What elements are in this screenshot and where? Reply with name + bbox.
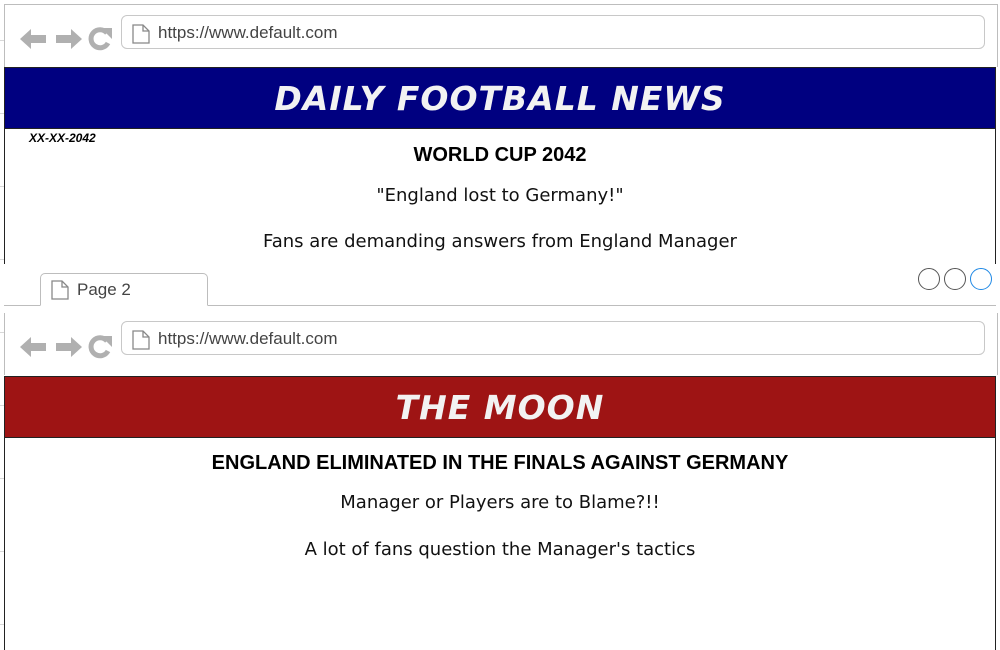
back-arrow-icon[interactable] bbox=[19, 28, 49, 50]
article-panel-1: XX-XX-2042 WORLD CUP 2042 "England lost … bbox=[4, 129, 996, 265]
url-text: https://www.default.com bbox=[158, 329, 338, 348]
tab-label: Page 2 bbox=[77, 280, 131, 299]
url-text: https://www.default.com bbox=[158, 23, 338, 42]
browser-toolbar-2: https://www.default.com bbox=[4, 313, 998, 375]
article-headline: ENGLAND ELIMINATED IN THE FINALS AGAINST… bbox=[211, 452, 789, 474]
site-banner-daily-football-news: DAILY FOOTBALL NEWS bbox=[4, 67, 996, 129]
article-body: Fans are demanding answers from England … bbox=[263, 231, 737, 252]
article-panel-2: ENGLAND ELIMINATED IN THE FINALS AGAINST… bbox=[4, 438, 996, 573]
close-circle-icon[interactable] bbox=[970, 268, 992, 290]
reload-icon[interactable] bbox=[87, 27, 113, 51]
tab-strip: Page 2 bbox=[4, 264, 996, 306]
tab-page-2[interactable]: Page 2 bbox=[40, 273, 208, 306]
window-controls bbox=[918, 268, 992, 290]
article-subline: Manager or Players are to Blame?!! bbox=[340, 492, 660, 513]
maximize-circle-icon[interactable] bbox=[944, 268, 966, 290]
article-quote: "England lost to Germany!" bbox=[376, 185, 624, 206]
banner-title: DAILY FOOTBALL NEWS bbox=[274, 78, 726, 118]
back-arrow-icon[interactable] bbox=[19, 336, 49, 358]
banner-title: THE MOON bbox=[395, 387, 605, 427]
minimize-circle-icon[interactable] bbox=[918, 268, 940, 290]
url-bar[interactable]: https://www.default.com bbox=[121, 15, 985, 49]
article-date: XX-XX-2042 bbox=[29, 131, 96, 145]
document-icon bbox=[51, 280, 69, 304]
nav-controls bbox=[19, 335, 113, 359]
nav-controls bbox=[19, 27, 113, 51]
document-icon bbox=[132, 330, 150, 354]
article-headline: WORLD CUP 2042 bbox=[413, 144, 587, 166]
site-banner-the-moon: THE MOON bbox=[4, 376, 996, 438]
forward-arrow-icon[interactable] bbox=[53, 28, 83, 50]
url-bar[interactable]: https://www.default.com bbox=[121, 321, 985, 355]
forward-arrow-icon[interactable] bbox=[53, 336, 83, 358]
article-body: A lot of fans question the Manager's tac… bbox=[304, 539, 696, 560]
blank-area bbox=[4, 572, 996, 650]
browser-toolbar-1: https://www.default.com bbox=[4, 4, 998, 67]
reload-icon[interactable] bbox=[87, 335, 113, 359]
document-icon bbox=[132, 24, 150, 48]
